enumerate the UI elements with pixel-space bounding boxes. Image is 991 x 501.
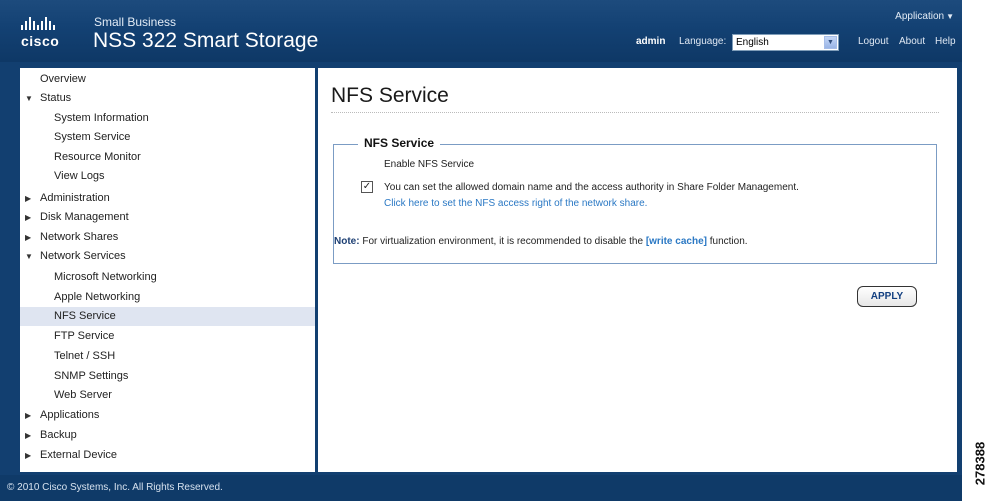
nfs-service-section: NFS Service Enable NFS Service ✓ You can… <box>333 136 937 264</box>
sidebar-item-label: FTP Service <box>54 330 115 342</box>
sidebar-item-label: Applications <box>40 409 100 421</box>
sidebar-item-label: System Service <box>54 131 131 143</box>
sidebar-item-status[interactable]: ▼ Status <box>20 89 315 108</box>
language-label: Language: <box>679 36 727 47</box>
sidebar-item-system-service[interactable]: System Service <box>20 128 315 147</box>
sidebar-nav: Overview ▼ Status System Information Sys… <box>20 68 315 472</box>
main-content: NFS Service NFS Service Enable NFS Servi… <box>318 68 957 472</box>
application-menu-label: Application <box>895 11 945 22</box>
username: admin <box>636 36 666 47</box>
sidebar-item-snmp-settings[interactable]: SNMP Settings <box>20 367 315 386</box>
language-value: English <box>736 37 769 48</box>
sidebar-item-disk-management[interactable]: ▶ Disk Management <box>20 208 315 227</box>
figure-number: 278388 <box>970 430 990 500</box>
sidebar-item-label: View Logs <box>54 170 105 182</box>
sidebar-item-overview[interactable]: Overview <box>20 70 315 89</box>
copyright-text: © 2010 Cisco Systems, Inc. All Rights Re… <box>7 482 223 493</box>
note-text: For virtualization environment, it is re… <box>362 236 644 247</box>
header-bar: cisco Small Business NSS 322 Smart Stora… <box>0 0 962 62</box>
sidebar-item-nfs-service[interactable]: NFS Service <box>20 307 315 326</box>
note-label: Note: <box>334 236 360 247</box>
help-link[interactable]: Help <box>935 36 956 47</box>
enable-nfs-checkbox[interactable]: ✓ <box>361 181 373 193</box>
sidebar-item-microsoft-networking[interactable]: Microsoft Networking <box>20 268 315 287</box>
caret-down-icon: ▼ <box>946 12 954 21</box>
write-cache-link[interactable]: [write cache] <box>646 236 707 247</box>
triangle-right-icon: ▶ <box>25 233 32 242</box>
header-subtitle: Small Business <box>94 15 177 29</box>
sidebar-item-label: Resource Monitor <box>54 151 141 163</box>
logout-link[interactable]: Logout <box>858 36 889 47</box>
sidebar-item-label: Apple Networking <box>54 291 141 303</box>
apply-button[interactable]: APPLY <box>857 286 917 307</box>
product-name: NSS 322 Smart Storage <box>93 29 319 52</box>
sidebar-item-external-device[interactable]: ▶ External Device <box>20 446 315 465</box>
sidebar-item-label: Network Services <box>40 250 126 262</box>
sidebar-item-label: NFS Service <box>54 310 116 322</box>
sidebar-item-system-information[interactable]: System Information <box>20 109 315 128</box>
sidebar-item-view-logs[interactable]: View Logs <box>20 167 315 186</box>
sidebar-item-label: External Device <box>40 449 118 461</box>
triangle-right-icon: ▶ <box>25 213 32 222</box>
triangle-right-icon: ▶ <box>25 431 32 440</box>
sidebar-item-applications[interactable]: ▶ Applications <box>20 406 315 425</box>
sidebar-item-network-services[interactable]: ▼ Network Services <box>20 247 315 266</box>
sidebar-item-label: Backup <box>40 429 77 441</box>
cisco-logo: cisco <box>21 14 61 49</box>
triangle-down-icon: ▼ <box>25 252 33 261</box>
sidebar-item-label: Status <box>40 92 72 104</box>
language-select[interactable]: English ▼ <box>732 34 839 51</box>
triangle-down-icon: ▼ <box>25 94 33 103</box>
page-title: NFS Service <box>331 84 449 107</box>
sidebar-item-apple-networking[interactable]: Apple Networking <box>20 288 315 307</box>
sidebar-item-backup[interactable]: ▶ Backup <box>20 426 315 445</box>
nfs-access-link[interactable]: Click here to set the NFS access right o… <box>384 198 647 209</box>
sidebar-item-label: Network Shares <box>40 231 119 243</box>
footer-bar: © 2010 Cisco Systems, Inc. All Rights Re… <box>0 475 962 501</box>
figure-number-text: 278388 <box>972 441 988 486</box>
sidebar-item-label: SNMP Settings <box>54 370 129 382</box>
app-window: cisco Small Business NSS 322 Smart Stora… <box>0 0 962 501</box>
section-title: NFS Service <box>358 136 441 150</box>
sidebar-item-label: Disk Management <box>40 211 129 223</box>
title-divider <box>331 112 939 113</box>
application-menu[interactable]: Application ▼ <box>895 11 954 22</box>
cisco-bars-icon <box>21 14 61 30</box>
chevron-down-icon[interactable]: ▼ <box>824 36 837 49</box>
sidebar-item-label: System Information <box>54 112 149 124</box>
sidebar-item-network-shares[interactable]: ▶ Network Shares <box>20 228 315 247</box>
sidebar-item-telnet-ssh[interactable]: Telnet / SSH <box>20 347 315 366</box>
triangle-right-icon: ▶ <box>25 411 32 420</box>
nfs-description: You can set the allowed domain name and … <box>384 182 799 193</box>
sidebar-item-label: Overview <box>40 73 86 85</box>
cisco-wordmark: cisco <box>21 33 60 49</box>
sidebar-item-resource-monitor[interactable]: Resource Monitor <box>20 148 315 167</box>
triangle-right-icon: ▶ <box>25 451 32 460</box>
sidebar-item-web-server[interactable]: Web Server <box>20 386 315 405</box>
sidebar-item-administration[interactable]: ▶ Administration <box>20 189 315 208</box>
about-link[interactable]: About <box>899 36 925 47</box>
note-text-end: function. <box>709 236 748 247</box>
virtualization-note: Note: For virtualization environment, it… <box>334 236 748 247</box>
sidebar-item-label: Telnet / SSH <box>54 350 116 362</box>
sidebar-item-label: Administration <box>40 192 110 204</box>
enable-nfs-label: Enable NFS Service <box>384 159 475 170</box>
sidebar-item-label: Microsoft Networking <box>54 271 157 283</box>
sidebar-item-label: Web Server <box>54 389 112 401</box>
sidebar-item-ftp-service[interactable]: FTP Service <box>20 327 315 346</box>
triangle-right-icon: ▶ <box>25 194 32 203</box>
